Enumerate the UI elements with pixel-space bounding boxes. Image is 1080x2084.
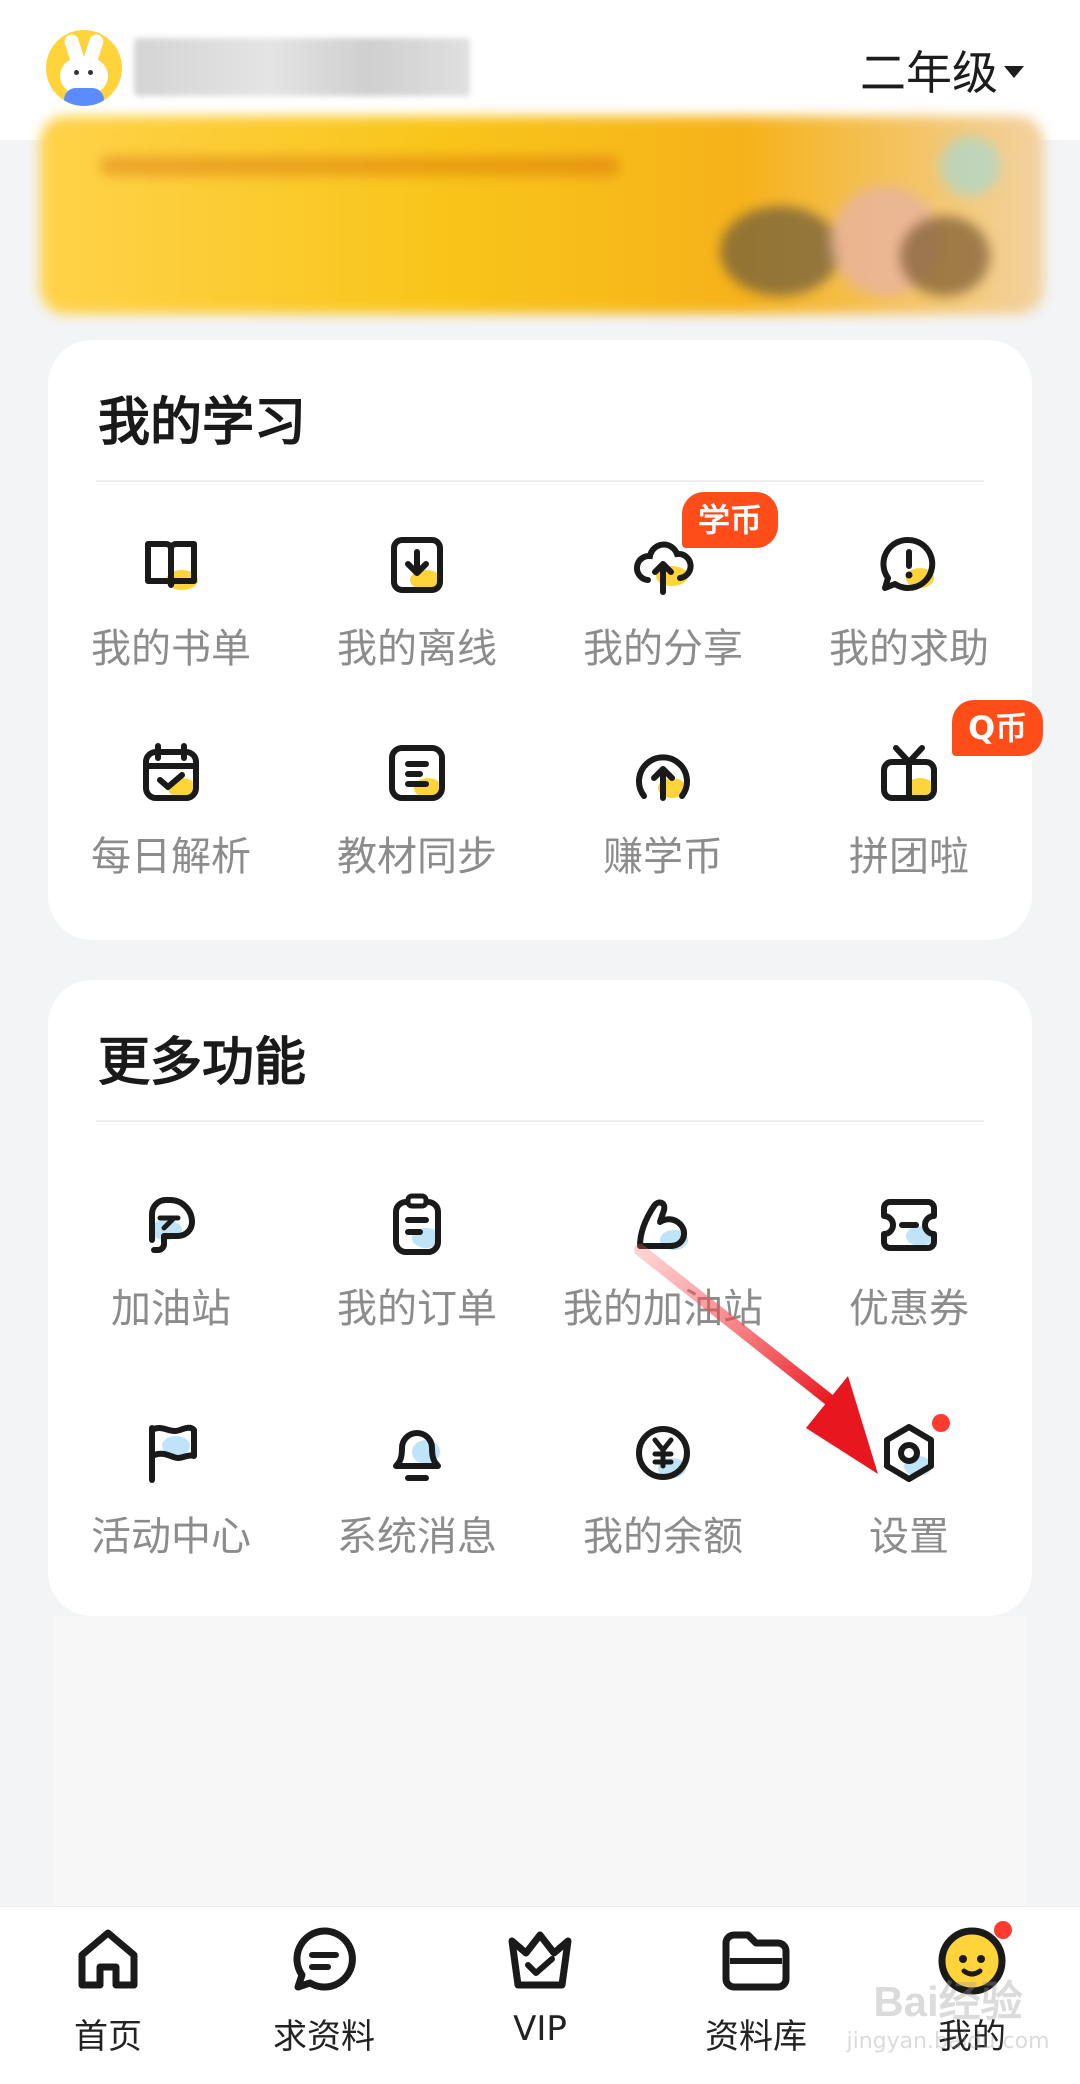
divider	[96, 480, 984, 482]
study-item-help[interactable]: 我的求助	[786, 530, 1032, 674]
section-title: 更多功能	[98, 1033, 307, 1093]
coin-badge: 学币	[682, 492, 779, 548]
item-label: 系统消息	[337, 1514, 497, 1560]
book-icon	[136, 530, 206, 600]
baidu-watermark: Bai经验 jingyan.baidu.com	[828, 1968, 1068, 2078]
notification-dot	[932, 1414, 950, 1432]
grade-label: 二年级	[860, 46, 998, 100]
promo-banner[interactable]	[40, 116, 1044, 314]
item-label: 拼团啦	[849, 834, 969, 880]
fuel-station-icon	[136, 1190, 206, 1260]
item-label: 我的书单	[91, 626, 251, 672]
item-label: 优惠券	[849, 1286, 969, 1332]
username-redacted	[134, 38, 470, 96]
item-label: 设置	[869, 1514, 949, 1560]
item-label: 赚学币	[603, 834, 723, 880]
item-label: 我的加油站	[563, 1286, 763, 1332]
calendar-check-icon	[136, 738, 206, 808]
yuan-icon	[628, 1418, 698, 1488]
item-label: 加油站	[111, 1286, 231, 1332]
grade-selector[interactable]: 二年级	[860, 40, 1024, 100]
crown-icon	[500, 1921, 580, 2001]
download-icon	[382, 530, 452, 600]
flex-arm-icon	[628, 1190, 698, 1260]
clipboard-icon	[382, 1190, 452, 1260]
more-functions-card: 更多功能 加油站 我的订单 我的加油站 优惠券 活动中心 系统消息 我的余额 设…	[48, 980, 1032, 1616]
nav-label: 首页	[74, 2017, 142, 2057]
nav-label: VIP	[513, 2009, 567, 2049]
divider	[96, 1120, 984, 1122]
empty-area	[54, 1616, 1026, 1906]
settings-icon	[874, 1414, 950, 1488]
item-label: 我的离线	[337, 626, 497, 672]
item-label: 我的余额	[583, 1514, 743, 1560]
help-bubble-icon	[874, 530, 944, 600]
nav-home[interactable]: 首页	[0, 1921, 216, 2058]
flag-icon	[136, 1418, 206, 1488]
coin-up-icon	[628, 738, 698, 808]
user-avatar[interactable]	[46, 30, 122, 106]
nav-vip[interactable]: VIP	[432, 1921, 648, 2049]
gift-icon	[874, 738, 944, 808]
folder-icon	[716, 1921, 796, 2001]
study-item-share[interactable]: 我的分享 学币	[540, 492, 786, 674]
section-title: 我的学习	[98, 393, 307, 453]
chat-icon	[284, 1921, 364, 2001]
home-icon	[68, 1921, 148, 2001]
study-item-daily-analysis[interactable]: 每日解析	[48, 738, 294, 882]
more-item-my-balance[interactable]: 我的余额	[540, 1418, 786, 1562]
more-item-activity-center[interactable]: 活动中心	[48, 1418, 294, 1562]
textbook-icon	[382, 738, 452, 808]
bell-icon	[382, 1418, 452, 1488]
item-label: 我的求助	[829, 626, 989, 672]
item-label: 每日解析	[91, 834, 251, 880]
item-label: 我的订单	[337, 1286, 497, 1332]
q-coin-badge: Q币	[952, 700, 1044, 756]
notification-dot	[994, 1921, 1012, 1939]
my-study-card: 我的学习 我的书单 我的离线 我的分享 学币 我的求助 每日解析 教材同步 赚学…	[48, 340, 1044, 940]
more-item-system-messages[interactable]: 系统消息	[294, 1418, 540, 1562]
nav-label: 求资料	[273, 2017, 375, 2057]
study-item-earn-coins[interactable]: 赚学币	[540, 738, 786, 882]
nav-request[interactable]: 求资料	[216, 1921, 432, 2058]
item-label: 教材同步	[337, 834, 497, 880]
more-item-coupons[interactable]: 优惠券	[786, 1190, 1032, 1334]
study-item-book-list[interactable]: 我的书单	[48, 530, 294, 674]
watermark-url: jingyan.baidu.com	[846, 2029, 1050, 2054]
caret-down-icon	[1004, 66, 1024, 78]
study-item-textbook-sync[interactable]: 教材同步	[294, 738, 540, 882]
watermark-brand: Bai	[873, 1978, 939, 2025]
more-item-fuel-station[interactable]: 加油站	[48, 1190, 294, 1334]
study-item-offline[interactable]: 我的离线	[294, 530, 540, 674]
more-item-my-orders[interactable]: 我的订单	[294, 1190, 540, 1334]
more-item-my-fuel-station[interactable]: 我的加油站	[540, 1190, 786, 1334]
item-label: 活动中心	[91, 1514, 251, 1560]
more-item-settings[interactable]: 设置	[786, 1414, 1032, 1562]
item-label: 我的分享	[583, 626, 743, 672]
coupon-icon	[874, 1190, 944, 1260]
study-item-group-buy[interactable]: 拼团啦 Q币	[786, 700, 1044, 882]
watermark-sub: 经验	[938, 1978, 1023, 2025]
